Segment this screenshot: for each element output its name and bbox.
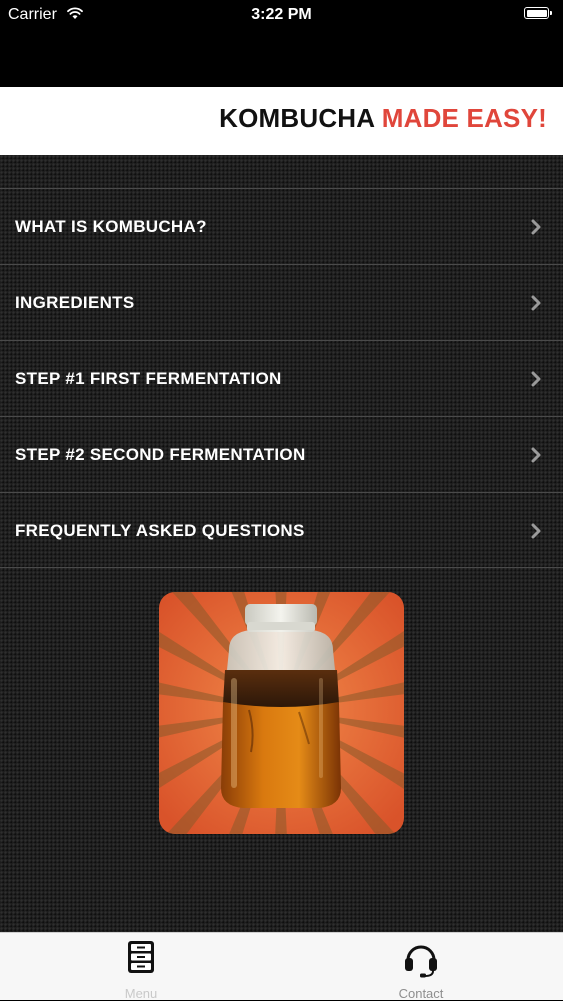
menu-item-ingredients[interactable]: INGREDIENTS — [0, 264, 563, 340]
headset-icon — [405, 945, 437, 978]
kombucha-jar-illustration — [159, 592, 404, 834]
chevron-right-icon — [531, 295, 541, 311]
app-header: KOMBUCHA MADE EASY! — [0, 87, 563, 155]
tab-contact[interactable]: Contact — [371, 933, 471, 1001]
menu-item-faq[interactable]: FREQUENTLY ASKED QUESTIONS — [0, 492, 563, 568]
menu-item-step-1[interactable]: STEP #1 FIRST FERMENTATION — [0, 340, 563, 416]
menu-item-label: STEP #1 FIRST FERMENTATION — [15, 369, 282, 388]
menu-item-label: WHAT IS KOMBUCHA? — [15, 217, 207, 236]
tab-menu[interactable]: Menu — [91, 933, 191, 1001]
kombucha-jar-image — [159, 592, 404, 834]
chevron-right-icon — [531, 219, 541, 235]
tab-bar: Menu Contact — [0, 932, 563, 1001]
menu-item-label: INGREDIENTS — [15, 293, 135, 312]
menu-item-label: FREQUENTLY ASKED QUESTIONS — [15, 521, 305, 540]
menu-item-step-2[interactable]: STEP #2 SECOND FERMENTATION — [0, 416, 563, 492]
menu-item-label: STEP #2 SECOND FERMENTATION — [15, 445, 306, 464]
chevron-right-icon — [531, 523, 541, 539]
tab-label-contact: Contact — [398, 986, 444, 1001]
status-time: 3:22 PM — [251, 6, 312, 23]
app-title: KOMBUCHA MADE EASY! — [219, 103, 547, 134]
chevron-right-icon — [531, 447, 541, 463]
app-title-part2: MADE EASY! — [381, 103, 547, 133]
battery-icon — [524, 7, 552, 19]
app-title-part1: KOMBUCHA — [219, 103, 375, 133]
status-bar: Carrier 3:22 PM — [0, 0, 563, 30]
file-cabinet-icon — [128, 941, 154, 973]
menu-item-what-is-kombucha[interactable]: WHAT IS KOMBUCHA? — [0, 188, 563, 264]
tab-label-menu: Menu — [124, 986, 158, 1001]
menu-list: WHAT IS KOMBUCHA? INGREDIENTS STEP #1 FI… — [0, 188, 563, 568]
main-content: WHAT IS KOMBUCHA? INGREDIENTS STEP #1 FI… — [0, 155, 563, 932]
chevron-right-icon — [531, 371, 541, 387]
